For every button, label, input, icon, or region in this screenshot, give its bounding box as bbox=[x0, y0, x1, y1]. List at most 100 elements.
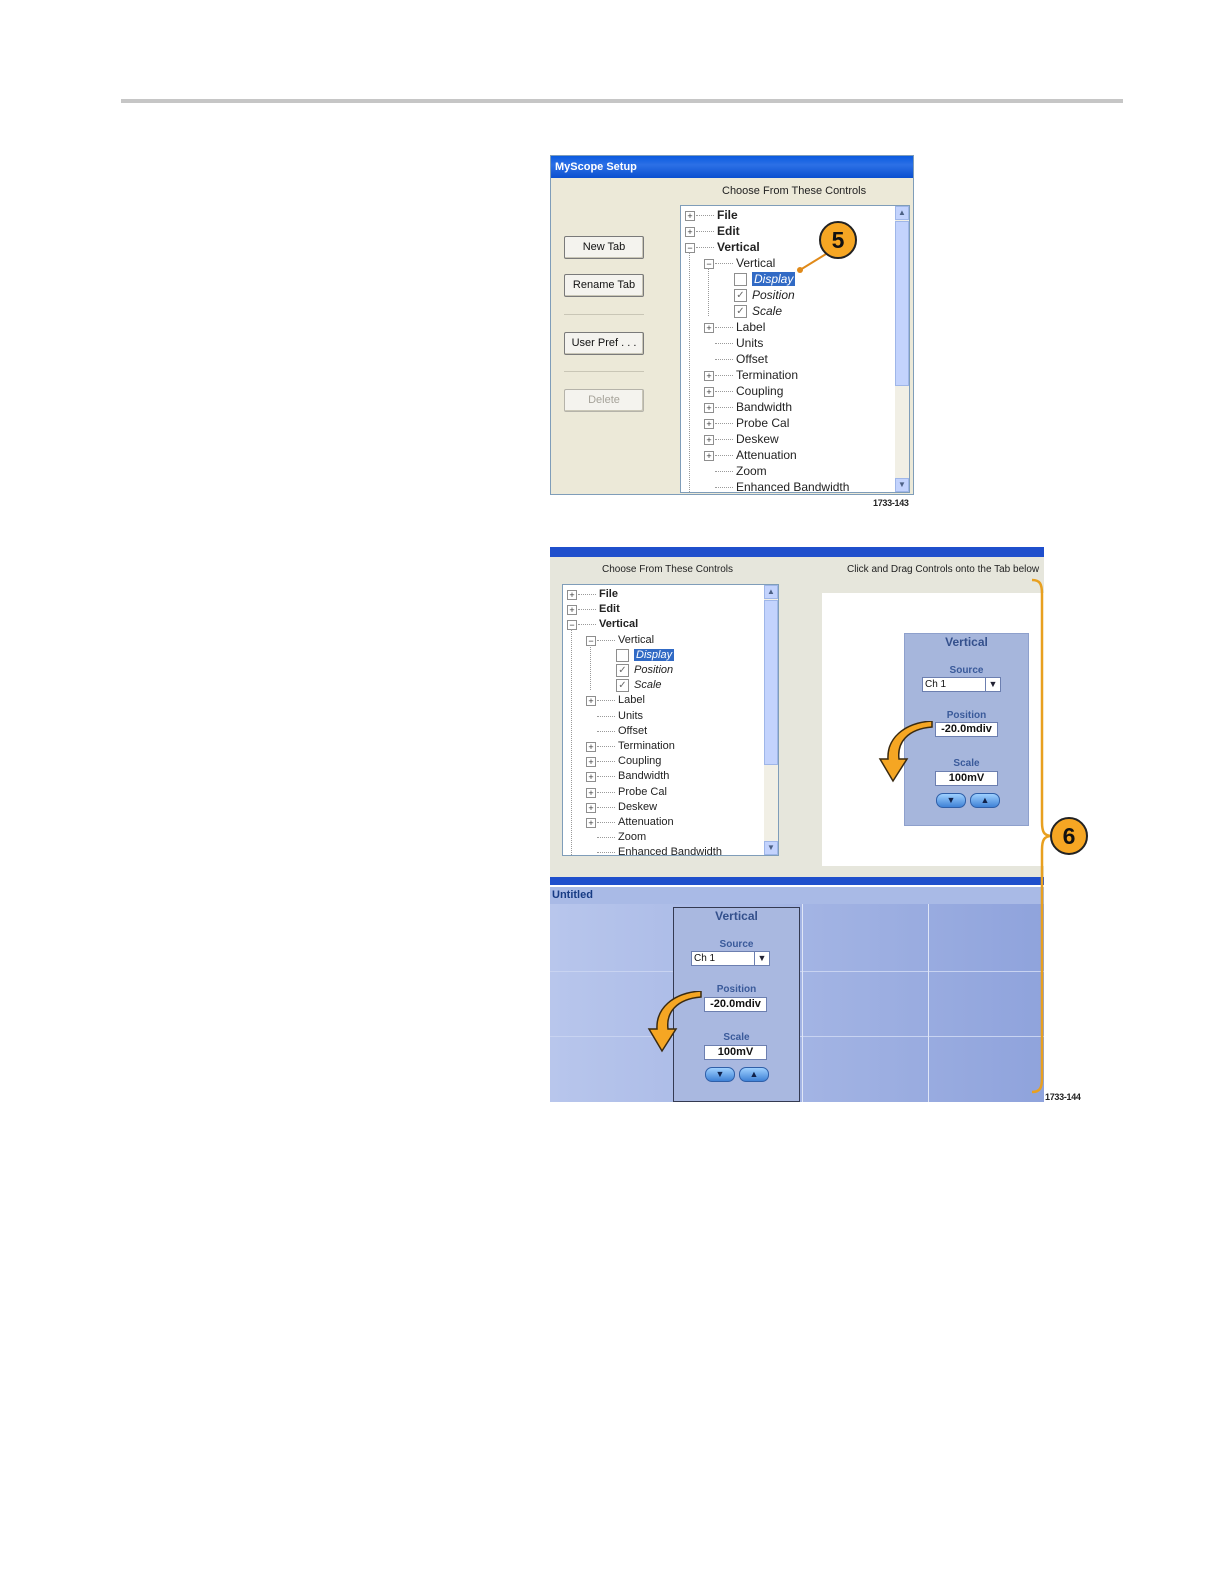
checkbox[interactable] bbox=[734, 273, 747, 286]
scroll-up-icon[interactable]: ▲ bbox=[895, 206, 909, 220]
scroll-thumb[interactable] bbox=[764, 600, 778, 765]
plus-box-icon[interactable]: + bbox=[704, 451, 714, 461]
scale-field[interactable]: 100mV bbox=[704, 1045, 767, 1060]
tree-connector bbox=[578, 624, 596, 626]
tree-item[interactable]: Offset bbox=[618, 724, 647, 738]
tree-item[interactable]: Position bbox=[752, 288, 795, 302]
tree-item[interactable]: Bandwidth bbox=[618, 769, 669, 783]
tree-item[interactable]: Scale bbox=[634, 678, 662, 692]
tree-item[interactable]: Vertical bbox=[736, 256, 775, 270]
dropdown-arrow-icon[interactable]: ▼ bbox=[754, 952, 769, 965]
tree-item[interactable]: Zoom bbox=[736, 464, 767, 478]
minus-box-icon[interactable]: − bbox=[586, 635, 596, 646]
plus-box-icon[interactable]: + bbox=[586, 772, 596, 783]
plus-box-icon[interactable]: + bbox=[704, 435, 714, 445]
plus-box-icon[interactable]: + bbox=[704, 323, 714, 333]
minus-box-icon[interactable]: − bbox=[704, 259, 714, 269]
new-tab-button[interactable]: New Tab bbox=[564, 236, 644, 259]
scroll-down-icon[interactable]: ▼ bbox=[764, 841, 778, 855]
controls-tree[interactable]: + File + Edit − Vertical − Vertical Display ✓ Posi… bbox=[680, 205, 910, 493]
tree-item[interactable]: Attenuation bbox=[618, 815, 674, 829]
minus-box-icon[interactable]: − bbox=[567, 620, 577, 631]
tree-item[interactable]: Units bbox=[736, 336, 763, 350]
myscope-setup-window: MyScope Setup Choose From These Controls… bbox=[550, 155, 914, 495]
controls-tree[interactable]: + File + Edit − Vertical − Vertical Display ✓ Posi… bbox=[562, 584, 779, 856]
tree-item[interactable]: Enhanced Bandwidth bbox=[736, 480, 849, 492]
user-pref-button[interactable]: User Pref . . . bbox=[564, 332, 644, 355]
down-arrow-icon[interactable]: ▼ bbox=[705, 1067, 735, 1082]
plus-box-icon[interactable]: + bbox=[586, 787, 596, 798]
plus-box-icon[interactable]: + bbox=[704, 387, 714, 397]
plus-box-icon[interactable]: + bbox=[685, 211, 695, 221]
plus-box-icon[interactable]: + bbox=[704, 371, 714, 381]
tree-item[interactable]: Attenuation bbox=[736, 448, 797, 462]
tree-item[interactable]: Termination bbox=[736, 368, 798, 382]
scroll-down-icon[interactable]: ▼ bbox=[895, 478, 909, 492]
checkmark-icon[interactable]: ✓ bbox=[616, 664, 629, 677]
plus-box-icon[interactable]: + bbox=[586, 696, 596, 707]
tree-item[interactable]: Label bbox=[736, 320, 765, 334]
tree-scrollbar[interactable]: ▲ ▼ bbox=[764, 585, 778, 855]
drop-zone[interactable]: Vertical Source Ch 1 ▼ Position -20.0mdi… bbox=[822, 593, 1044, 866]
tree-item-label: File bbox=[717, 208, 738, 222]
tree-item[interactable]: Deskew bbox=[618, 800, 657, 814]
tree-item[interactable]: File bbox=[717, 208, 738, 222]
tree-item[interactable]: Edit bbox=[599, 602, 620, 616]
tree-item[interactable]: Zoom bbox=[618, 830, 646, 844]
tree-item[interactable]: Coupling bbox=[618, 754, 661, 768]
checkmark-icon[interactable]: ✓ bbox=[734, 305, 747, 318]
plus-box-icon[interactable]: + bbox=[685, 227, 695, 237]
tree-item[interactable]: Termination bbox=[618, 739, 675, 753]
tree-item[interactable]: Display bbox=[750, 271, 797, 287]
tree-connector bbox=[689, 252, 690, 492]
scroll-up-icon[interactable]: ▲ bbox=[764, 585, 778, 599]
plus-box-icon[interactable]: + bbox=[586, 802, 596, 813]
scale-field[interactable]: 100mV bbox=[935, 771, 998, 786]
tree-item[interactable]: Probe Cal bbox=[736, 416, 789, 430]
plus-box-icon[interactable]: + bbox=[704, 403, 714, 413]
tree-item[interactable]: Enhanced Bandwidth bbox=[618, 845, 722, 855]
plus-box-icon[interactable]: + bbox=[567, 605, 577, 616]
dropdown-arrow-icon[interactable]: ▼ bbox=[985, 678, 1000, 691]
tree-item[interactable]: Vertical bbox=[599, 617, 638, 631]
callout-5: 5 bbox=[819, 221, 857, 259]
delete-button[interactable]: Delete bbox=[564, 389, 644, 412]
tree-item[interactable]: Position bbox=[634, 663, 673, 677]
up-arrow-icon[interactable]: ▲ bbox=[739, 1067, 769, 1082]
tree-item[interactable]: File bbox=[599, 587, 618, 601]
position-field[interactable]: -20.0mdiv bbox=[704, 997, 767, 1012]
tree-item[interactable]: Label bbox=[618, 693, 645, 707]
checkmark-icon[interactable]: ✓ bbox=[734, 289, 747, 302]
plus-box-icon[interactable]: + bbox=[704, 419, 714, 429]
position-field[interactable]: -20.0mdiv bbox=[935, 722, 998, 737]
down-arrow-icon[interactable]: ▼ bbox=[936, 793, 966, 808]
tab-name[interactable]: Untitled bbox=[550, 887, 1044, 904]
tree-item[interactable]: Probe Cal bbox=[618, 785, 667, 799]
source-select[interactable]: Ch 1 ▼ bbox=[922, 677, 1001, 692]
tree-item[interactable]: Offset bbox=[736, 352, 768, 366]
plus-box-icon[interactable]: + bbox=[567, 590, 577, 600]
tree-item[interactable]: Units bbox=[618, 709, 643, 723]
tree-scrollbar[interactable]: ▲ ▼ bbox=[895, 206, 909, 492]
minus-box-icon[interactable]: − bbox=[685, 243, 695, 253]
tree-item-label: Offset bbox=[736, 352, 768, 366]
plus-box-icon[interactable]: + bbox=[586, 742, 596, 752]
up-arrow-icon[interactable]: ▲ bbox=[970, 793, 1000, 808]
tree-item[interactable]: Scale bbox=[752, 304, 782, 318]
checkbox[interactable] bbox=[616, 648, 629, 662]
tree-item[interactable]: Display bbox=[632, 647, 676, 662]
tree-item-label: Vertical bbox=[599, 618, 639, 631]
source-select[interactable]: Ch 1 ▼ bbox=[691, 951, 770, 966]
tree-item[interactable]: Vertical bbox=[717, 240, 760, 254]
scroll-thumb[interactable] bbox=[895, 221, 909, 386]
tree-item[interactable]: Edit bbox=[717, 224, 740, 238]
rename-tab-button[interactable]: Rename Tab bbox=[564, 274, 644, 297]
figure-number: 1733-143 bbox=[873, 498, 909, 508]
checkmark-icon[interactable]: ✓ bbox=[616, 679, 629, 693]
tree-item[interactable]: Bandwidth bbox=[736, 400, 792, 414]
tree-item[interactable]: Coupling bbox=[736, 384, 783, 398]
plus-box-icon[interactable]: + bbox=[586, 757, 596, 768]
plus-box-icon[interactable]: + bbox=[586, 818, 596, 828]
tree-item[interactable]: Vertical bbox=[618, 633, 654, 647]
tree-item[interactable]: Deskew bbox=[736, 432, 779, 446]
